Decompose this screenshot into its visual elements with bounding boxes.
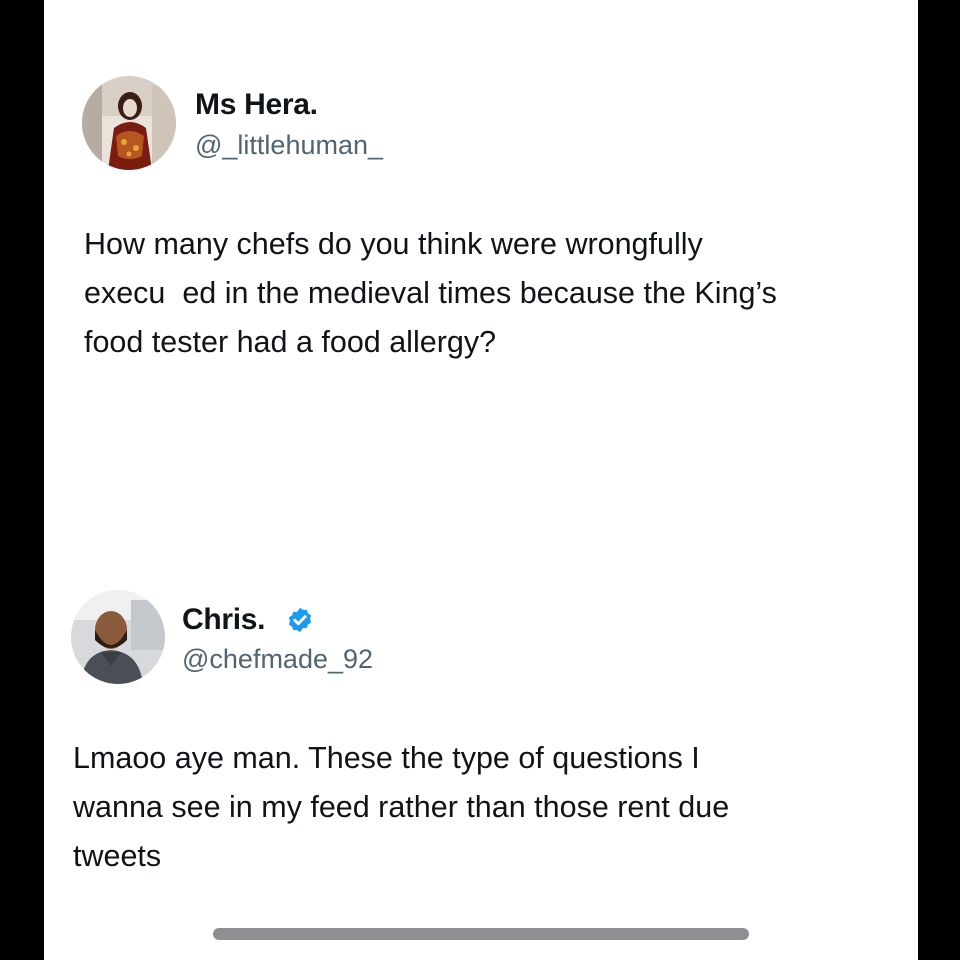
verified-badge-icon bbox=[286, 606, 314, 634]
user-handle[interactable]: @_littlehuman_ bbox=[195, 130, 383, 161]
tweet-text: How many chefs do you think were wrongfu… bbox=[84, 227, 777, 359]
home-indicator[interactable] bbox=[213, 928, 749, 940]
display-name[interactable]: Chris. bbox=[182, 603, 266, 637]
avatar-ms-hera[interactable] bbox=[82, 76, 176, 170]
avatar-chris[interactable] bbox=[71, 590, 165, 684]
display-name[interactable]: Ms Hera. bbox=[195, 88, 318, 122]
screenshot-screen: Ms Hera. @_littlehuman_ How many chefs d… bbox=[44, 0, 918, 960]
avatar-chris-image bbox=[71, 590, 165, 684]
avatar-ms-hera-image bbox=[82, 76, 176, 170]
user-handle[interactable]: @chefmade_92 bbox=[182, 644, 373, 675]
tweet-text: Lmaoo aye man. These the type of questio… bbox=[73, 741, 730, 873]
